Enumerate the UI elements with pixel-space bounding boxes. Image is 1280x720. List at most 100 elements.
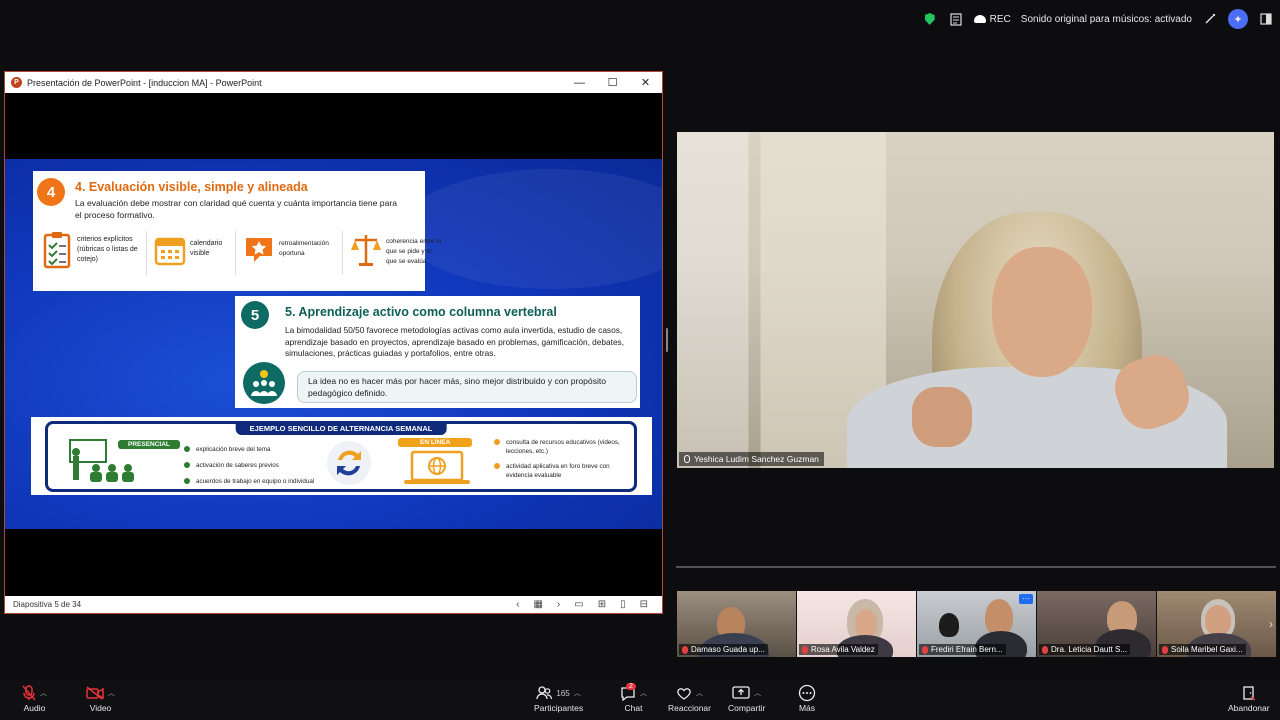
participant-name: Damaso Guada up... [691, 645, 765, 654]
presencial-item: acuerdos de trabajo en equipo o individu… [196, 478, 315, 485]
participants-count: 165 [556, 688, 570, 698]
participants-icon [536, 686, 553, 700]
audio-label: Audio [23, 703, 46, 713]
en-linea-item: actividad aplicativa en foro breve con e… [506, 463, 610, 479]
speaker-name-tag: Yeshica Ludim Sanchez Guzman [679, 452, 824, 466]
participant-tile[interactable]: Rosa Avila Valdez [797, 591, 917, 657]
more-dots-icon [798, 684, 816, 702]
chat-button[interactable]: 2 ︿ Chat [620, 683, 647, 713]
slide-canvas: 4 4. Evaluación visible, simple y alinea… [5, 159, 662, 529]
leave-button[interactable]: Abandonar [1228, 683, 1270, 713]
presencial-label: PRESENCIAL [118, 440, 180, 449]
speaker-video[interactable]: Yeshica Ludim Sanchez Guzman [677, 132, 1274, 468]
security-shield-icon[interactable] [922, 11, 938, 27]
share-button[interactable]: ︿ Compartir [728, 683, 765, 713]
split-handle[interactable] [666, 328, 668, 352]
chat-unread-badge: 2 [626, 683, 636, 690]
calendar-icon [154, 231, 186, 269]
section-4-title: 4. Evaluación visible, simple y alineada [75, 180, 308, 194]
slide-grid-icon[interactable]: ▦ [533, 599, 542, 610]
more-options-icon[interactable]: ··· [1019, 594, 1033, 604]
reading-view-icon[interactable]: ▯ [620, 599, 626, 610]
checklist-icon [41, 231, 73, 269]
camera-off-icon [86, 686, 104, 700]
section-4-badge: 4 [37, 178, 65, 206]
audio-button[interactable]: ︿ Audio [22, 683, 47, 713]
participants-caret[interactable]: ︿ [574, 688, 581, 698]
presencial-item: activación de saberes previos [196, 462, 279, 469]
meeting-status-bar: REC Sonido original para músicos: activa… [922, 7, 1274, 31]
participant-tile[interactable]: Damaso Guada up... [677, 591, 797, 657]
chat-label: Chat [624, 703, 643, 713]
mic-muted-icon [1162, 645, 1168, 654]
feature-coherencia: coherencia entre lo que se pide y lo que… [350, 231, 442, 275]
participants-button[interactable]: 165 ︿ Participantes [534, 683, 583, 713]
participant-name: Frediri Efrain Bern... [931, 645, 1003, 654]
mic-muted-icon [1042, 645, 1048, 654]
view-layout-icon[interactable] [1258, 11, 1274, 27]
mic-muted-icon [802, 645, 808, 654]
mic-muted-icon [684, 455, 690, 463]
presencial-list: explicación breve del tema activación de… [184, 442, 314, 490]
weekly-example-title: EJEMPLO SENCILLO DE ALTERNANCIA SEMANAL [235, 422, 447, 435]
section-5-badge: 5 [241, 301, 269, 329]
slide-counter: Diapositiva 5 de 34 [13, 600, 82, 609]
ai-companion-icon[interactable]: ✦ [1228, 9, 1248, 29]
react-caret[interactable]: ︿ [696, 688, 703, 698]
cloud-icon [973, 15, 986, 23]
participant-tile[interactable]: ··· Frediri Efrain Bern... [917, 591, 1037, 657]
normal-view-icon[interactable]: ▭ [574, 599, 583, 610]
participant-tile[interactable]: › Soila Maribel Gaxi... [1157, 591, 1277, 657]
video-label: Video [89, 703, 112, 713]
gallery-divider[interactable] [676, 566, 1276, 568]
scale-balance-icon [350, 231, 382, 269]
section-5-desc: La bimodalidad 50/50 favorece metodologí… [285, 325, 625, 358]
section-5-card: 5 5. Aprendizaje activo como columna ver… [235, 296, 640, 408]
ppt-title-bar[interactable]: P Presentación de PowerPoint - [induccio… [5, 72, 662, 93]
feature-calendario: calendario visible [154, 231, 228, 275]
annotate-pen-icon[interactable] [1202, 11, 1218, 27]
prev-slide-icon[interactable]: ‹ [516, 599, 519, 610]
powerpoint-window: P Presentación de PowerPoint - [induccio… [4, 71, 663, 614]
original-sound-status[interactable]: Sonido original para músicos: activado [1021, 14, 1192, 25]
meeting-toolbar: ︿ Audio ︿ Video 165 ︿ Participantes 2 ︿ … [0, 680, 1280, 720]
participant-name: Soila Maribel Gaxi... [1171, 645, 1243, 654]
meeting-info-icon[interactable] [948, 11, 964, 27]
heart-react-icon [677, 687, 691, 700]
section-5-title: 5. Aprendizaje activo como columna verte… [285, 305, 557, 319]
maximize-icon[interactable]: ☐ [596, 72, 629, 93]
feature-retro: retroalimentación oportuna [243, 231, 335, 275]
laptop-globe-icon [402, 450, 472, 491]
close-icon[interactable]: ✕ [629, 72, 662, 93]
team-idea-icon [243, 362, 285, 404]
minimize-icon[interactable]: — [563, 72, 596, 93]
video-button[interactable]: ︿ Video [86, 683, 115, 713]
feature-calendario-label: calendario visible [190, 240, 223, 257]
audio-options-caret[interactable]: ︿ [40, 688, 47, 698]
section-5-idea-callout: La idea no es hacer más por hacer más, s… [297, 371, 637, 403]
en-linea-list: consulta de recursos educativos (videos,… [494, 438, 624, 480]
chat-caret[interactable]: ︿ [640, 688, 647, 698]
more-button[interactable]: Más [798, 683, 816, 713]
share-screen-icon [732, 685, 750, 699]
feature-retro-label: retroalimentación oportuna [279, 240, 329, 257]
react-button[interactable]: ︿ Reaccionar [668, 683, 711, 713]
video-options-caret[interactable]: ︿ [108, 688, 115, 698]
share-label: Compartir [728, 703, 766, 713]
rec-label: REC [989, 13, 1011, 25]
chevron-right-icon[interactable]: › [1269, 617, 1273, 631]
ppt-status-bar: Diapositiva 5 de 34 ‹ ▦ › ▭ ⊞ ▯ ⊟ [5, 596, 662, 613]
recording-indicator[interactable]: REC [973, 13, 1011, 25]
feature-coherencia-label: coherencia entre lo que se pide y lo que… [386, 238, 442, 265]
presencial-item: explicación breve del tema [196, 446, 271, 453]
participant-name: Rosa Avila Valdez [811, 645, 875, 654]
feature-criterios: criterios explícitos (rúbricas o listas … [41, 231, 139, 275]
section-4-desc: La evaluación debe mostrar con claridad … [75, 198, 397, 220]
participant-tile[interactable]: Dra. Leticia Dautt S... [1037, 591, 1157, 657]
next-slide-icon[interactable]: › [557, 599, 560, 610]
en-linea-label: EN LÍNEA [398, 438, 473, 447]
slideshow-icon[interactable]: ⊟ [640, 599, 648, 610]
share-caret[interactable]: ︿ [754, 688, 761, 698]
slide-sorter-icon[interactable]: ⊞ [598, 599, 606, 610]
weekly-example-card: EJEMPLO SENCILLO DE ALTERNANCIA SEMANAL … [31, 417, 652, 495]
